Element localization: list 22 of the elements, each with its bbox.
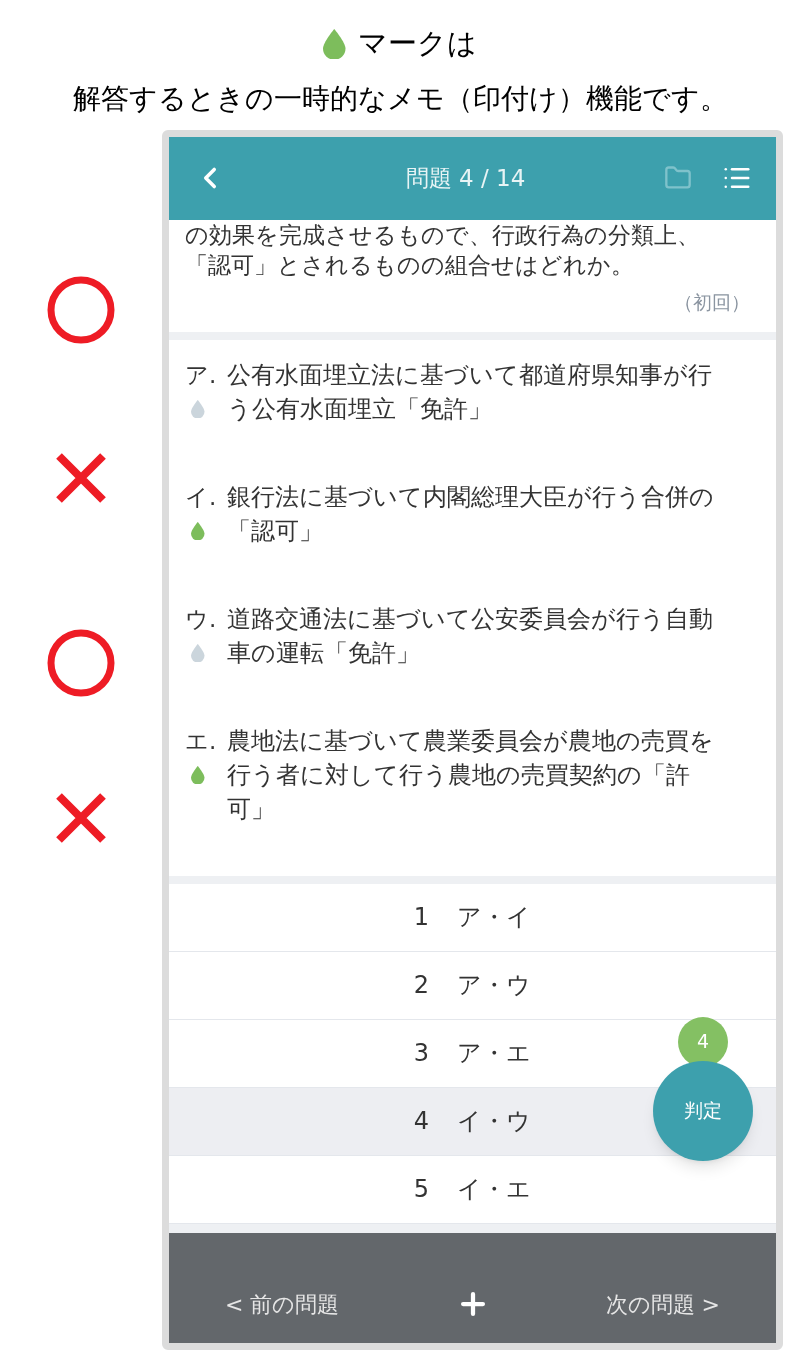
statement-text: 道路交通法に基づいて公安委員会が行う自動車の運転「免許」 (227, 603, 714, 669)
statement-text: 公有水面埋立法に基づいて都道府県知事が行う公有水面埋立「免許」 (227, 359, 713, 425)
cross-mark-icon (54, 450, 108, 505)
question-text: 「認可」とされるものの組合せはどれか。 (185, 250, 635, 280)
statement-label: ア. (185, 360, 217, 390)
caption-text: 解答するときの一時的なメモ（印付け）機能です。 (72, 80, 728, 117)
caption-text: マークは (357, 25, 477, 62)
statement-label: イ. (185, 482, 217, 512)
circle-mark-icon (46, 274, 116, 345)
statement-label: ウ. (185, 604, 217, 634)
next-question-button[interactable]: 次の問題 > (605, 1287, 720, 1321)
previous-question-button[interactable]: < 前の問題 (225, 1287, 340, 1321)
statement-text: 銀行法に基づいて内閣総理大臣が行う合併の「認可」 (227, 481, 715, 547)
statement-text: 農地法に基づいて農業委員会が農地の売買を行う者に対して行う農地の売買契約の「許可」 (227, 725, 715, 825)
cross-mark-icon (54, 790, 108, 845)
folder-icon[interactable] (664, 164, 692, 192)
attempt-label: （初回） (673, 289, 751, 315)
droplet-icon (323, 28, 346, 59)
circle-mark-icon (46, 627, 116, 698)
question-text: の効果を完成させるもので、行政行為の分類上、 (185, 220, 701, 250)
header-title: 問題 4 / 14 (404, 163, 527, 193)
statement-label: エ. (185, 726, 217, 756)
